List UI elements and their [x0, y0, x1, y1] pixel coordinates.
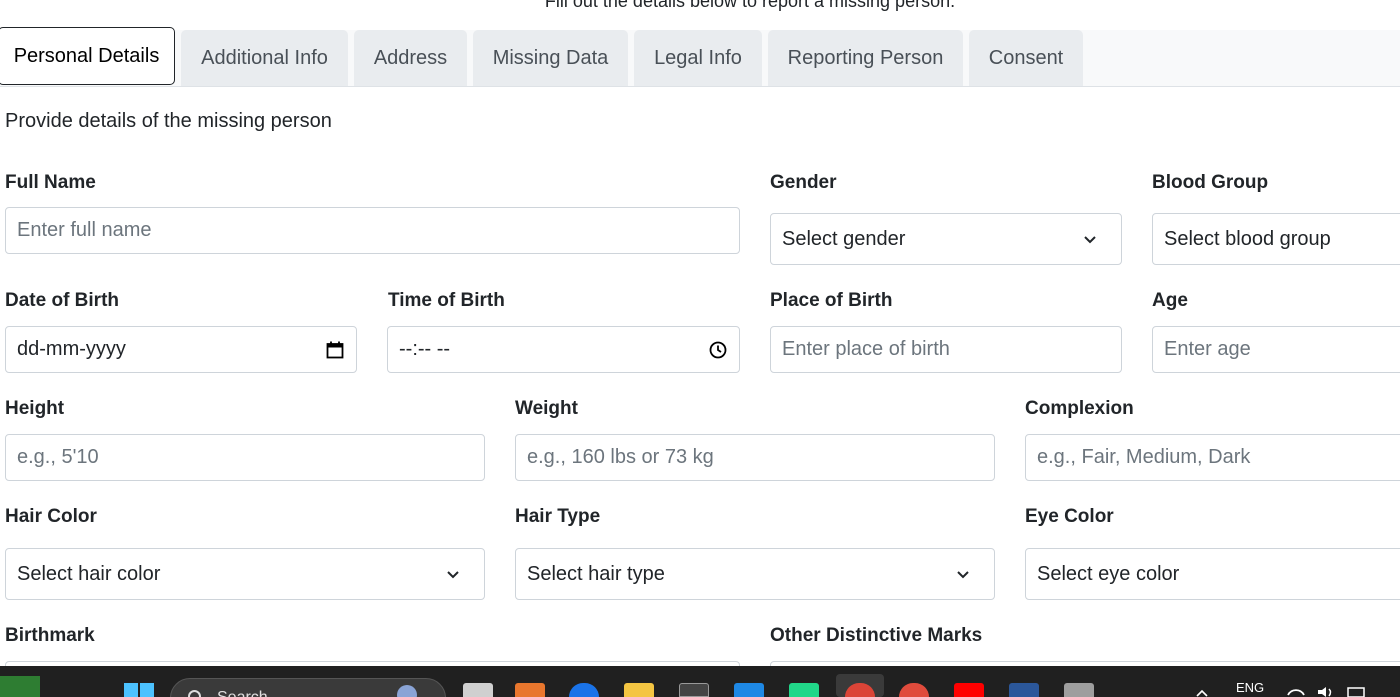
height-label: Height	[5, 398, 65, 419]
file-explorer-icon[interactable]	[624, 683, 654, 697]
eye-color-label: Eye Color	[1025, 506, 1114, 527]
xampp-icon[interactable]	[515, 683, 545, 697]
calendar-icon[interactable]	[326, 341, 344, 359]
chrome-icon	[845, 683, 875, 697]
gender-select[interactable]: Select gender	[770, 213, 1122, 265]
battery-icon[interactable]	[1346, 686, 1368, 697]
tab-address[interactable]: Address	[354, 30, 467, 86]
chrome-active-slot[interactable]	[836, 674, 884, 697]
taskbar-search-label: Search	[217, 689, 268, 697]
time-of-birth-label: Time of Birth	[388, 290, 505, 311]
vscode-icon[interactable]	[734, 683, 764, 697]
form-intro-text: Fill out the details below to report a m…	[544, 0, 956, 11]
app-icon[interactable]	[1064, 683, 1094, 697]
task-view-icon[interactable]	[463, 683, 493, 697]
eye-color-select[interactable]: Select eye color	[1025, 548, 1400, 600]
tab-bar: Personal Details Additional Info Address…	[0, 27, 1400, 87]
zoom-icon[interactable]	[569, 683, 599, 697]
other-marks-label: Other Distinctive Marks	[770, 625, 983, 646]
hair-color-select-value: Select hair color	[17, 562, 161, 585]
hair-color-select[interactable]: Select hair color	[5, 548, 485, 600]
hair-type-select[interactable]: Select hair type	[515, 548, 995, 600]
complexion-label: Complexion	[1025, 398, 1134, 419]
birthmark-label: Birthmark	[5, 625, 95, 646]
tab-consent[interactable]: Consent	[969, 30, 1083, 86]
time-of-birth-value: --:-- --	[399, 338, 451, 360]
gender-label: Gender	[770, 172, 837, 193]
hair-color-label: Hair Color	[5, 506, 97, 527]
date-of-birth-value: dd-mm-yyyy	[17, 338, 126, 360]
clock-icon[interactable]	[709, 341, 727, 359]
place-of-birth-label: Place of Birth	[770, 290, 893, 311]
age-label: Age	[1152, 290, 1188, 311]
start-icon[interactable]	[124, 683, 154, 697]
tab-reporting-person[interactable]: Reporting Person	[768, 30, 963, 86]
blood-group-select-value: Select blood group	[1164, 227, 1331, 250]
full-name-input[interactable]	[5, 207, 740, 254]
section-description: Provide details of the missing person	[5, 110, 332, 132]
tab-additional-info[interactable]: Additional Info	[181, 30, 348, 86]
search-icon	[188, 690, 201, 697]
time-of-birth-input[interactable]: --:-- --	[387, 326, 740, 373]
tab-personal-details[interactable]: Personal Details	[0, 27, 175, 85]
eye-color-select-value: Select eye color	[1037, 562, 1180, 585]
tab-missing-data[interactable]: Missing Data	[473, 30, 628, 86]
chevron-down-icon	[957, 571, 969, 579]
volume-icon[interactable]	[1316, 686, 1336, 697]
hair-type-label: Hair Type	[515, 506, 601, 527]
date-of-birth-input[interactable]: dd-mm-yyyy	[5, 326, 357, 373]
place-of-birth-input[interactable]	[770, 326, 1122, 373]
date-of-birth-label: Date of Birth	[5, 290, 119, 311]
copilot-icon	[397, 685, 417, 697]
youtube-icon[interactable]	[954, 683, 984, 697]
wifi-icon[interactable]	[1286, 686, 1306, 697]
taskbar-search[interactable]: Search	[170, 678, 446, 697]
word-icon[interactable]	[1009, 683, 1039, 697]
chrome-profile-icon[interactable]	[899, 683, 929, 697]
chevron-down-icon	[447, 571, 459, 579]
age-input[interactable]	[1152, 326, 1400, 373]
tab-legal-info[interactable]: Legal Info	[634, 30, 762, 86]
language-indicator[interactable]: ENG	[1236, 680, 1264, 695]
weight-label: Weight	[515, 398, 578, 419]
gender-select-value: Select gender	[782, 227, 906, 250]
widgets-icon[interactable]	[0, 676, 40, 697]
complexion-input[interactable]	[1025, 434, 1400, 481]
chevron-down-icon	[1084, 236, 1096, 244]
chevron-up-icon[interactable]	[1196, 688, 1208, 697]
pycharm-icon[interactable]	[789, 683, 819, 697]
blood-group-select[interactable]: Select blood group	[1152, 213, 1400, 265]
full-name-label: Full Name	[5, 172, 96, 193]
height-input[interactable]	[5, 434, 485, 481]
taskbar: Search ENG	[0, 666, 1400, 697]
terminal-icon[interactable]	[679, 683, 709, 697]
blood-group-label: Blood Group	[1152, 172, 1269, 193]
weight-input[interactable]	[515, 434, 995, 481]
hair-type-select-value: Select hair type	[527, 562, 665, 585]
